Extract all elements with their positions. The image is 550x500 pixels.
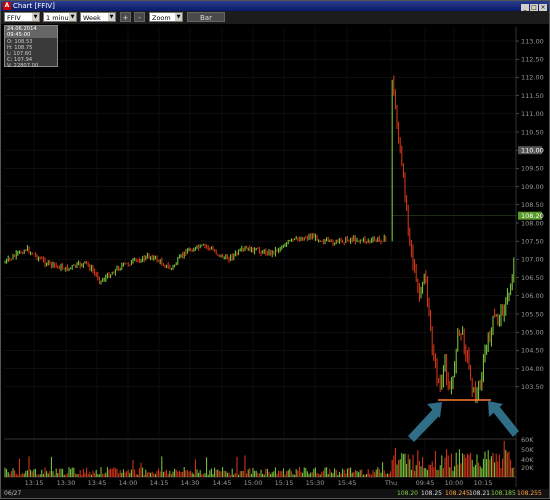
- price-tick-label: 107.50: [521, 238, 544, 246]
- time-tick-label: 14:45: [213, 479, 232, 487]
- annotations: [408, 399, 519, 442]
- volume-tick-label: 50K: [521, 446, 534, 454]
- price-tick-label: 113.00: [521, 37, 544, 45]
- price-tick-label: 104.50: [521, 347, 544, 355]
- price-tick-label: 110.50: [521, 128, 544, 136]
- status-value-0: 108.20: [397, 490, 418, 497]
- time-tick-label: 13:30: [57, 479, 76, 487]
- time-tick-label: 14:30: [181, 479, 200, 487]
- price-tick-label: 108.50: [521, 201, 544, 209]
- time-tick-label: 15:00: [244, 479, 263, 487]
- price-chart[interactable]: 113.00 112.50 112.00 111.50 111.00 110.50 110.…: [1, 1, 550, 500]
- time-tick-label: 09:45: [416, 479, 435, 487]
- chart-window: A Chart [FFIV] _ □ × FFIV ▼ 1 minute ▼ Week ▼…: [0, 0, 550, 499]
- price-tick-label: 104.00: [521, 365, 544, 373]
- price-tick-label: 109.00: [521, 183, 544, 191]
- arrow-icon: [493, 406, 519, 437]
- time-axis: 13:15 13:30 13:45 14:00 14:15 14:30 14:45 15:00…: [25, 479, 493, 487]
- price-tick-label: 103.50: [521, 383, 544, 391]
- price-axis: 113.00 112.50 112.00 111.50 111.00 110.50 110.…: [516, 37, 544, 472]
- price-tick-label: 109.50: [521, 165, 544, 173]
- volume-tick-label: 60K: [521, 436, 534, 444]
- time-tick-label: 14:00: [119, 479, 138, 487]
- price-tick-label: 111.00: [521, 110, 544, 118]
- time-tick-label: 15:45: [338, 479, 357, 487]
- status-value-3: 108.21: [469, 490, 490, 497]
- price-tick-label: 112.50: [521, 56, 544, 64]
- price-tick-label: 106.00: [521, 292, 544, 300]
- arrow-icon: [408, 409, 439, 442]
- time-tick-label: Thu: [384, 479, 397, 487]
- price-tick-label: 106.50: [521, 274, 544, 282]
- status-value-4: 108.185: [491, 490, 516, 497]
- time-tick-label: 10:15: [474, 479, 493, 487]
- ohlc-header: 24.06.2014 09:45:00: [5, 26, 57, 38]
- ohlc-volume: V: 22807.00: [7, 63, 39, 69]
- price-bars: [4, 75, 515, 404]
- status-value-2: 108.245: [445, 490, 470, 497]
- status-value-5: 108.255: [517, 490, 542, 497]
- time-tick-label: 15:30: [306, 479, 325, 487]
- price-tick-label: 105.50: [521, 310, 544, 318]
- volume-bars: [4, 440, 515, 477]
- status-value-1: 108.25: [421, 490, 442, 497]
- price-badge-mid-label: 110.00: [521, 147, 544, 155]
- time-tick-label: 13:45: [88, 479, 107, 487]
- status-date: 06/27: [4, 490, 22, 497]
- time-tick-label: 10:00: [445, 479, 464, 487]
- volume-tick-label: 20K: [521, 464, 534, 472]
- chart-grid: [4, 27, 517, 487]
- status-bar: 06/27 108.20 108.25 108.245 108.21 108.1…: [1, 489, 549, 498]
- time-tick-label: 13:15: [25, 479, 44, 487]
- price-tick-label: 107.00: [521, 256, 544, 264]
- price-tick-label: 112.00: [521, 74, 544, 82]
- volume-tick-label: 40K: [521, 456, 534, 464]
- time-tick-label: 14:15: [150, 479, 169, 487]
- last-price-label: 108.20: [521, 212, 544, 220]
- price-tick-label: 108.00: [521, 219, 544, 227]
- price-tick-label: 105.00: [521, 329, 544, 337]
- time-tick-label: 15:15: [275, 479, 294, 487]
- ohlc-tooltip: 24.06.2014 09:45:00 O: 108.53 H: 108.75 …: [4, 25, 58, 69]
- price-tick-label: 111.50: [521, 92, 544, 100]
